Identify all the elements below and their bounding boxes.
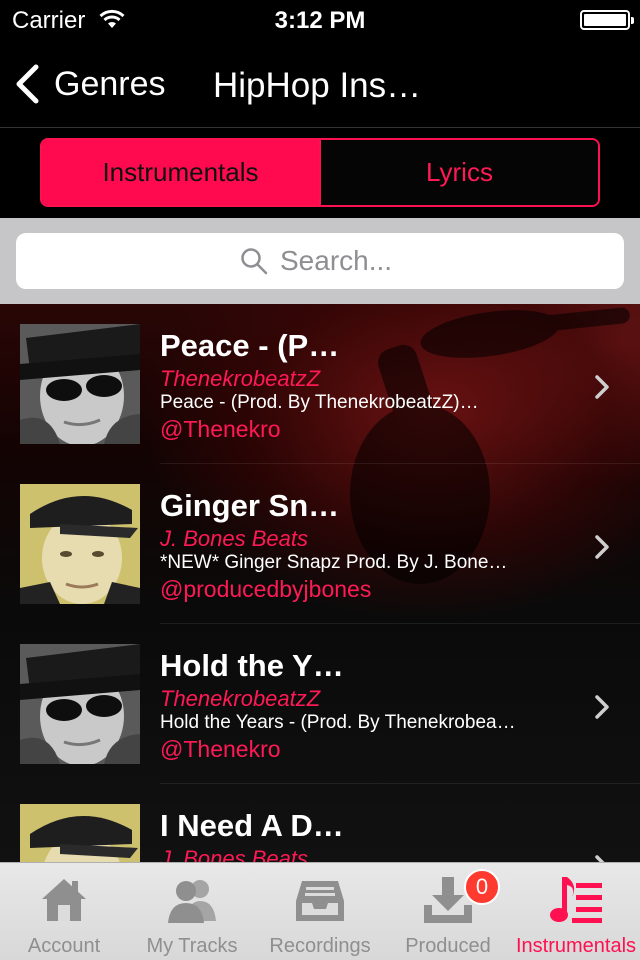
track-row[interactable]: Peace - (P… ThenekrobeatzZ Peace - (Prod… xyxy=(0,304,640,464)
track-thumbnail xyxy=(20,644,140,764)
page-title: HipHop Ins… xyxy=(213,66,422,105)
track-handle[interactable]: @Thenekro xyxy=(160,736,281,763)
tab-label: Account xyxy=(27,935,101,957)
house-icon xyxy=(42,879,86,921)
tab-label: Recordings xyxy=(269,935,371,957)
track-title: Peace - (P… xyxy=(160,328,340,363)
track-producer: J. Bones Beats xyxy=(160,846,308,862)
tab-produced[interactable]: 0 Produced xyxy=(384,863,512,960)
track-thumbnail xyxy=(20,324,140,444)
chevron-right-icon xyxy=(595,855,605,862)
inbox-tray-icon xyxy=(296,881,344,921)
track-description: Peace - (Prod. By ThenekrobeatzZ)… xyxy=(160,392,479,413)
tab-account[interactable]: Account xyxy=(0,863,128,960)
search-icon xyxy=(241,248,268,275)
track-handle[interactable]: @Thenekro xyxy=(160,416,281,443)
track-thumbnail xyxy=(20,484,140,604)
search-input[interactable] xyxy=(280,245,400,277)
track-thumbnail xyxy=(20,804,140,862)
battery-full-icon xyxy=(580,10,634,30)
clock-time: 3:12 PM xyxy=(274,7,366,34)
tab-bar: Account My Tracks Recordings 0 Produced xyxy=(0,862,640,960)
tab-label: My Tracks xyxy=(146,935,238,957)
track-row[interactable]: I Need A D… J. Bones Beats xyxy=(0,784,640,862)
track-handle[interactable]: @producedbyjbones xyxy=(160,576,371,603)
track-producer: J. Bones Beats xyxy=(160,526,308,551)
chevron-right-icon xyxy=(595,535,609,559)
chevron-right-icon xyxy=(595,695,609,719)
segment-instrumentals[interactable]: Instrumentals xyxy=(42,140,319,205)
chevron-left-icon xyxy=(16,64,39,104)
search-field[interactable] xyxy=(16,233,624,289)
track-title: Hold the Y… xyxy=(160,648,344,683)
track-row[interactable]: Ginger Sn… J. Bones Beats *NEW* Ginger S… xyxy=(0,464,640,624)
segment-bar: Instrumentals Lyrics xyxy=(0,129,640,218)
track-description: Hold the Years - (Prod. By Thenekrobea… xyxy=(160,712,516,733)
users-icon xyxy=(168,880,216,923)
music-list-icon xyxy=(550,877,602,923)
track-title: I Need A D… xyxy=(160,808,344,843)
navigation-bar: Genres HipHop Ins… xyxy=(0,40,640,128)
tab-label: Instrumentals xyxy=(515,935,637,957)
search-bar xyxy=(0,218,640,304)
produced-count-badge: 0 xyxy=(464,869,500,905)
tab-label: Produced xyxy=(405,935,491,957)
tab-instrumentals[interactable]: Instrumentals xyxy=(512,863,640,960)
back-button[interactable]: Genres xyxy=(14,62,166,106)
track-producer: ThenekrobeatzZ xyxy=(160,366,321,391)
track-list[interactable]: Peace - (P… ThenekrobeatzZ Peace - (Prod… xyxy=(0,304,640,862)
back-label: Genres xyxy=(54,64,166,103)
track-title: Ginger Sn… xyxy=(160,488,340,523)
tab-recordings[interactable]: Recordings xyxy=(256,863,384,960)
chevron-right-icon xyxy=(595,375,609,399)
track-producer: ThenekrobeatzZ xyxy=(160,686,321,711)
tab-my-tracks[interactable]: My Tracks xyxy=(128,863,256,960)
status-bar: Carrier 3:12 PM xyxy=(0,0,640,40)
segmented-control: Instrumentals Lyrics xyxy=(40,138,600,207)
segment-lyrics[interactable]: Lyrics xyxy=(319,140,598,205)
track-row[interactable]: Hold the Y… ThenekrobeatzZ Hold the Year… xyxy=(0,624,640,784)
track-description: *NEW* Ginger Snapz Prod. By J. Bone… xyxy=(160,552,508,573)
